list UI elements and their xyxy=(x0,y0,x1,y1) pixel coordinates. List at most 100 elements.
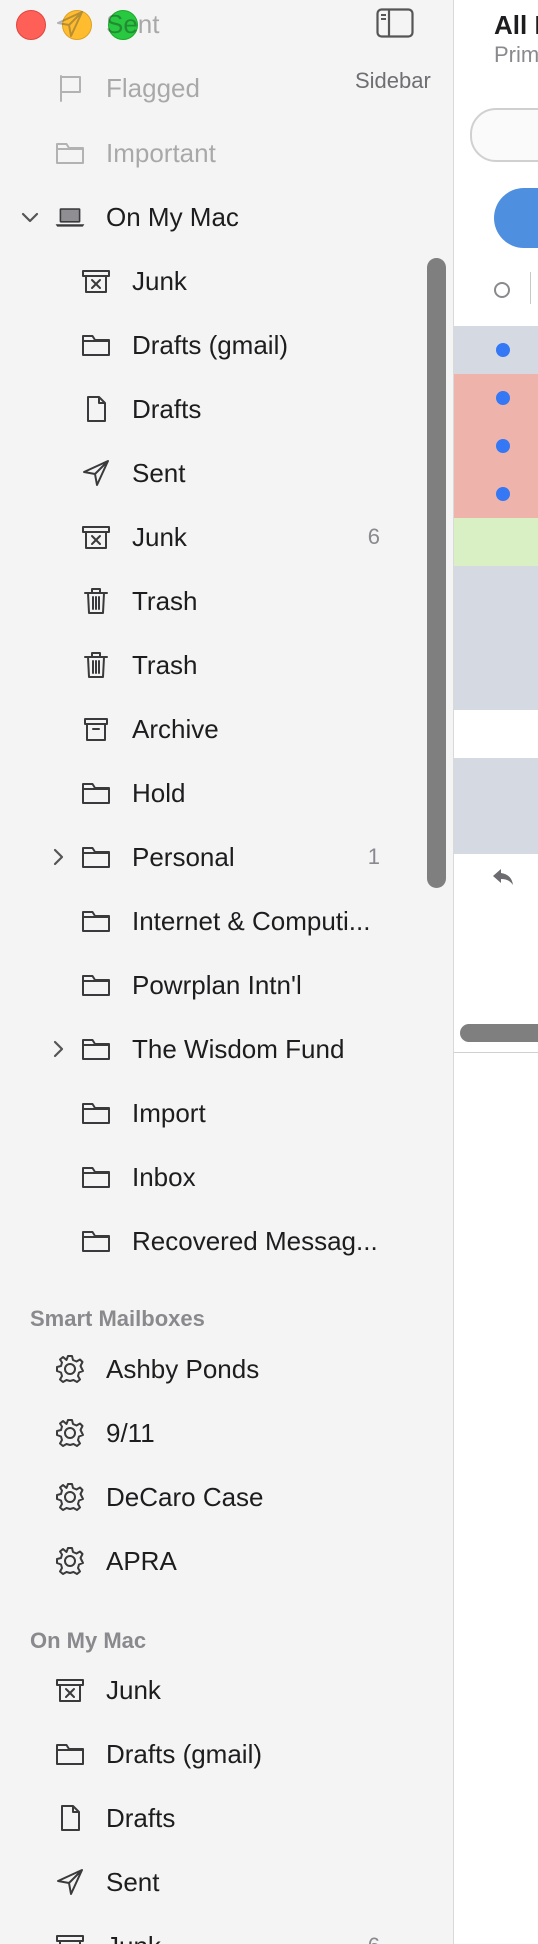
gear-icon xyxy=(50,1413,90,1453)
sidebar-item-label: Drafts (gmail) xyxy=(132,329,289,360)
sidebar-item-label: Sent xyxy=(106,8,160,39)
column-divider xyxy=(530,272,531,304)
sidebar-item-trash[interactable]: Trash xyxy=(0,633,420,697)
sidebar-item-drafts-gmail[interactable]: Drafts (gmail) xyxy=(0,313,420,377)
sidebar-item-label: Sent xyxy=(132,457,186,488)
message-row[interactable] xyxy=(454,566,538,710)
sidebar-item-flagged[interactable]: Flagged xyxy=(0,56,420,120)
folder-icon xyxy=(76,325,116,365)
message-row[interactable] xyxy=(454,326,538,374)
filter-button[interactable] xyxy=(494,188,538,248)
folder-icon xyxy=(76,837,116,877)
folder-icon xyxy=(50,1734,90,1774)
sidebar-item-on-my-mac[interactable]: On My Mac xyxy=(0,185,420,249)
sidebar-item-label: Junk xyxy=(106,1931,161,1944)
folder-icon xyxy=(76,1221,116,1261)
sidebar-item-label: Flagged xyxy=(106,72,200,103)
message-row[interactable] xyxy=(454,422,538,470)
folder-icon xyxy=(76,1029,116,1069)
mailbox-title: All I xyxy=(494,10,538,40)
sidebar-item-inbox[interactable]: Inbox xyxy=(0,1145,420,1209)
sidebar-item-junk[interactable]: Junk 6 xyxy=(0,505,420,569)
folder-icon xyxy=(50,133,90,173)
sidebar-item-label: Trash xyxy=(132,585,198,616)
unread-column-header-icon[interactable] xyxy=(494,282,510,298)
sidebar: Sidebar Sent Flagged Important On My Mac Jun… xyxy=(0,0,454,1944)
sidebar-item-label: Drafts (gmail) xyxy=(106,1738,263,1769)
sidebar-item-label: DeCaro Case xyxy=(106,1481,264,1512)
gear-icon xyxy=(50,1349,90,1389)
trash-icon xyxy=(76,645,116,685)
sidebar-item-drafts[interactable]: Drafts xyxy=(0,377,420,441)
section-header[interactable]: Smart Mailboxes xyxy=(30,1306,205,1332)
sidebar-item-drafts[interactable]: Drafts xyxy=(0,1786,420,1850)
sidebar-scrollbar-thumb[interactable] xyxy=(427,258,446,888)
sidebar-item-label: Ashby Ponds xyxy=(106,1353,260,1384)
sidebar-item-the-wisdom-fund[interactable]: The Wisdom Fund xyxy=(0,1017,420,1081)
sidebar-item-label: Powrplan Intn'l xyxy=(132,969,302,1000)
unread-count-badge: 1 xyxy=(367,844,380,869)
message-row[interactable] xyxy=(454,374,538,422)
sidebar-item-internet-computi[interactable]: Internet & Computi... xyxy=(0,889,420,953)
sidebar-item-recovered-messag[interactable]: Recovered Messag... xyxy=(0,1209,420,1273)
sidebar-item-sent[interactable]: Sent xyxy=(0,441,420,505)
sidebar-item-personal[interactable]: Personal 1 xyxy=(0,825,420,889)
gear-icon xyxy=(50,1477,90,1517)
sidebar-item-powrplan-intn-l[interactable]: Powrplan Intn'l xyxy=(0,953,420,1017)
message-row[interactable] xyxy=(454,470,538,518)
junk-icon xyxy=(76,517,116,557)
sidebar-item-apra[interactable]: APRA xyxy=(0,1529,420,1593)
sidebar-item-label: Internet & Computi... xyxy=(132,905,371,936)
message-row[interactable] xyxy=(454,518,538,566)
pane-divider xyxy=(454,1052,538,1053)
horizontal-scrollbar-thumb[interactable] xyxy=(460,1024,538,1042)
sidebar-item-junk[interactable]: Junk 6 xyxy=(0,1914,420,1944)
sidebar-item-label: Important xyxy=(106,137,216,168)
junk-icon xyxy=(50,1926,90,1944)
folder-icon xyxy=(76,1093,116,1133)
sidebar-item-junk[interactable]: Junk xyxy=(0,249,420,313)
sidebar-item-ashby-ponds[interactable]: Ashby Ponds xyxy=(0,1337,420,1401)
message-row[interactable] xyxy=(454,758,538,854)
document-icon xyxy=(76,389,116,429)
chevron-right-icon[interactable] xyxy=(46,845,70,869)
unread-dot xyxy=(496,439,510,453)
sidebar-item-import[interactable]: Import xyxy=(0,1081,420,1145)
sidebar-item-9-11[interactable]: 9/11 xyxy=(0,1401,420,1465)
sidebar-item-label: Hold xyxy=(132,777,186,808)
unread-dot xyxy=(496,343,510,357)
sidebar-item-label: Trash xyxy=(132,649,198,680)
paper-plane-icon xyxy=(50,1862,90,1902)
sidebar-item-label: Import xyxy=(132,1097,206,1128)
sidebar-item-archive[interactable]: Archive xyxy=(0,697,420,761)
sidebar-item-label: On My Mac xyxy=(106,201,239,232)
sidebar-item-sent[interactable]: Sent xyxy=(0,1850,420,1914)
sidebar-item-label: Drafts xyxy=(106,1802,176,1833)
sidebar-item-drafts-gmail[interactable]: Drafts (gmail) xyxy=(0,1722,420,1786)
sidebar-item-decaro-case[interactable]: DeCaro Case xyxy=(0,1465,420,1529)
sidebar-item-label: Sent xyxy=(106,1866,160,1897)
sidebar-item-trash[interactable]: Trash xyxy=(0,569,420,633)
section-header[interactable]: On My Mac xyxy=(30,1628,146,1654)
search-field[interactable] xyxy=(470,108,538,162)
sidebar-item-label: Junk xyxy=(132,265,187,296)
sidebar-item-important[interactable]: Important xyxy=(0,121,420,185)
junk-icon xyxy=(50,1670,90,1710)
folder-icon xyxy=(76,901,116,941)
sidebar-item-label: APRA xyxy=(106,1545,177,1576)
sidebar-item-label: Junk xyxy=(132,521,187,552)
sidebar-item-hold[interactable]: Hold xyxy=(0,761,420,825)
document-icon xyxy=(50,1798,90,1838)
reply-icon[interactable] xyxy=(490,864,516,890)
sidebar-item-sent[interactable]: Sent xyxy=(0,0,420,56)
sidebar-item-label: The Wisdom Fund xyxy=(132,1033,345,1064)
sidebar-item-label: Archive xyxy=(132,713,219,744)
unread-dot xyxy=(496,487,510,501)
gear-icon xyxy=(50,1541,90,1581)
folder-icon xyxy=(76,965,116,1005)
junk-icon xyxy=(76,261,116,301)
chevron-down-icon[interactable] xyxy=(18,205,42,229)
sidebar-item-label: Personal xyxy=(132,841,235,872)
sidebar-item-junk[interactable]: Junk xyxy=(0,1658,420,1722)
chevron-right-icon[interactable] xyxy=(46,1037,70,1061)
